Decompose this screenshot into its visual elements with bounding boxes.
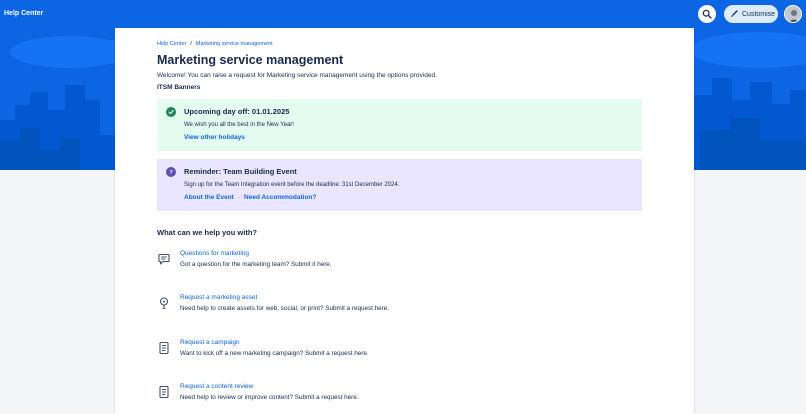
view-other-holidays-link[interactable]: View other holidays: [184, 134, 245, 141]
request-type-questions-for-marketing[interactable]: Questions for marketing Got a question f…: [157, 250, 637, 284]
user-avatar[interactable]: [784, 5, 802, 23]
request-type-name[interactable]: Questions for marketing: [180, 250, 249, 257]
banner-links: View other holidays: [184, 134, 245, 141]
welcome-message: Welcome! You can raise a request for Mar…: [157, 72, 437, 79]
banner-text: We wish you all the best in the New Year…: [184, 122, 294, 128]
banner-heading: Reminder: Team Building Event: [184, 167, 297, 176]
request-type-name[interactable]: Request a marketing asset: [180, 294, 257, 301]
request-type-description: Need help to create assets for web, soci…: [180, 305, 389, 312]
help-center-home-link[interactable]: Help Center: [4, 10, 43, 17]
request-type-description: Need help to review or improve content? …: [180, 394, 359, 401]
search-icon: [702, 9, 712, 19]
avatar-icon: [785, 6, 801, 22]
search-button[interactable]: [698, 5, 716, 23]
banner-links: About the Event · Need Accommodation?: [184, 194, 316, 201]
svg-text:?: ?: [169, 170, 173, 175]
breadcrumb-item-help-center[interactable]: Help Center: [157, 41, 186, 47]
link-separator: ·: [237, 194, 241, 201]
banner-team-building: ? Reminder: Team Building Event Sign up …: [157, 159, 642, 211]
need-accommodation-link[interactable]: Need Accommodation?: [244, 194, 316, 201]
breadcrumb: Help Center / Marketing service manageme…: [157, 41, 273, 47]
banners-label: ITSM Banners: [157, 84, 201, 91]
lightbulb-icon: [159, 297, 169, 309]
portal-card: Help Center / Marketing service manageme…: [115, 28, 694, 414]
banner-heading: Upcoming day off: 01.01.2025: [184, 107, 290, 116]
help-section-heading: What can we help you with?: [157, 228, 258, 237]
request-type-description: Got a question for the marketing team? S…: [180, 261, 332, 268]
customise-button[interactable]: Customise: [724, 5, 778, 23]
document-icon: [159, 385, 169, 399]
customise-label: Customise: [742, 10, 776, 18]
banner-text: Sign up for the Team Integration event b…: [184, 182, 400, 188]
about-the-event-link[interactable]: About the Event: [184, 194, 234, 201]
paintbrush-icon: [731, 10, 738, 17]
request-type-name[interactable]: Request a campaign: [180, 339, 240, 346]
request-type-content-review[interactable]: Request a content review Need help to re…: [157, 383, 637, 414]
question-circle-icon: ?: [166, 167, 176, 177]
chat-icon: [158, 253, 170, 265]
check-circle-icon: [166, 107, 176, 117]
top-navigation: Help Center Customise: [0, 0, 806, 28]
document-icon: [159, 341, 169, 355]
request-type-description: Want to kick off a new marketing campaig…: [180, 350, 369, 357]
banner-day-off: Upcoming day off: 01.01.2025 We wish you…: [157, 99, 642, 151]
breadcrumb-separator: /: [190, 41, 192, 47]
breadcrumb-item-portal[interactable]: Marketing service management: [196, 41, 273, 47]
request-type-marketing-asset[interactable]: Request a marketing asset Need help to c…: [157, 294, 637, 328]
request-type-campaign[interactable]: Request a campaign Want to kick off a ne…: [157, 339, 637, 373]
page-title: Marketing service management: [157, 53, 344, 67]
request-type-name[interactable]: Request a content review: [180, 383, 253, 390]
